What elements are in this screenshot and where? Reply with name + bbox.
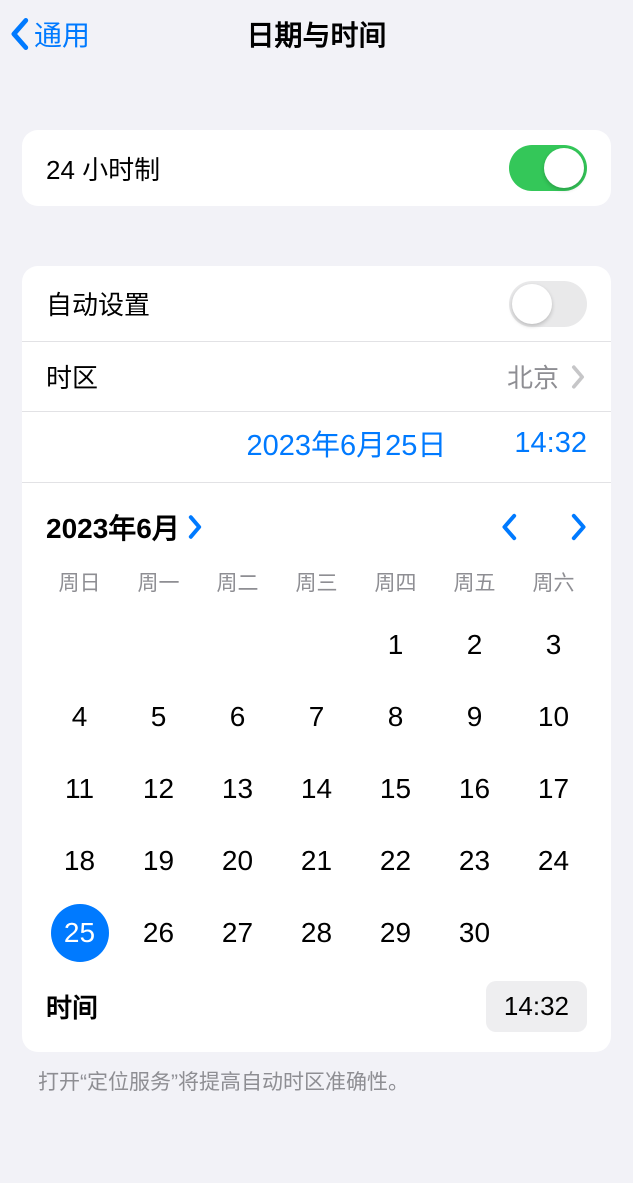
weekday-label: 周一	[119, 567, 198, 597]
calendar-day[interactable]: 29	[356, 897, 435, 969]
label-auto-set: 自动设置	[46, 285, 150, 322]
calendar-day[interactable]: 12	[119, 753, 198, 825]
calendar-empty	[40, 609, 119, 681]
back-label: 通用	[34, 14, 90, 54]
weekday-label: 周二	[198, 567, 277, 597]
weekday-label: 周日	[40, 567, 119, 597]
calendar-empty	[198, 609, 277, 681]
footer-hint: 打开“定位服务”将提高自动时区准确性。	[0, 1052, 633, 1096]
calendar-day[interactable]: 5	[119, 681, 198, 753]
calendar-day[interactable]: 19	[119, 825, 198, 897]
calendar-day[interactable]: 30	[435, 897, 514, 969]
calendar-day[interactable]: 17	[514, 753, 593, 825]
section-24h: 24 小时制	[22, 130, 611, 206]
calendar-day[interactable]: 16	[435, 753, 514, 825]
timezone-value: 北京	[507, 358, 559, 395]
calendar-day[interactable]: 27	[198, 897, 277, 969]
calendar-day[interactable]: 13	[198, 753, 277, 825]
calendar-day[interactable]: 18	[40, 825, 119, 897]
calendar-day[interactable]: 15	[356, 753, 435, 825]
next-month-button[interactable]	[569, 513, 587, 541]
chevron-left-icon	[8, 17, 30, 51]
back-button[interactable]: 通用	[0, 14, 90, 54]
calendar-day[interactable]: 25	[40, 897, 119, 969]
calendar-day[interactable]: 23	[435, 825, 514, 897]
calendar-day[interactable]: 6	[198, 681, 277, 753]
calendar-day[interactable]: 20	[198, 825, 277, 897]
calendar-day[interactable]: 9	[435, 681, 514, 753]
weekday-label: 周五	[435, 567, 514, 597]
calendar-day[interactable]: 4	[40, 681, 119, 753]
month-picker-button[interactable]: 2023年6月	[46, 507, 204, 547]
time-label: 时间	[46, 988, 98, 1025]
calendar-day[interactable]: 3	[514, 609, 593, 681]
weekday-label: 周三	[277, 567, 356, 597]
weekday-header: 周日周一周二周三周四周五周六	[22, 557, 611, 603]
chevron-right-icon	[569, 363, 587, 391]
page-title: 日期与时间	[246, 14, 386, 54]
calendar-day[interactable]: 10	[514, 681, 593, 753]
month-label: 2023年6月	[46, 507, 180, 547]
calendar-day[interactable]: 14	[277, 753, 356, 825]
toggle-auto-set[interactable]	[509, 281, 587, 327]
label-timezone: 时区	[46, 358, 98, 395]
toggle-24h[interactable]	[509, 145, 587, 191]
calendar-day[interactable]: 2	[435, 609, 514, 681]
calendar-empty	[119, 609, 198, 681]
chevron-right-icon	[186, 513, 204, 541]
calendar-day[interactable]: 7	[277, 681, 356, 753]
weekday-label: 周四	[356, 567, 435, 597]
section-datetime: 自动设置 时区 北京 2023年6月25日 14:32 2023年6月 周日周一…	[22, 266, 611, 1052]
selected-time[interactable]: 14:32	[514, 427, 587, 460]
calendar-day[interactable]: 22	[356, 825, 435, 897]
calendar-day[interactable]: 8	[356, 681, 435, 753]
label-24h: 24 小时制	[46, 150, 160, 187]
calendar-day[interactable]: 28	[277, 897, 356, 969]
calendar-day[interactable]: 26	[119, 897, 198, 969]
calendar-day[interactable]: 1	[356, 609, 435, 681]
calendar-empty	[277, 609, 356, 681]
calendar-day[interactable]: 11	[40, 753, 119, 825]
time-picker[interactable]: 14:32	[486, 981, 587, 1032]
calendar-day[interactable]: 21	[277, 825, 356, 897]
weekday-label: 周六	[514, 567, 593, 597]
timezone-row[interactable]: 时区 北京	[22, 342, 611, 412]
selected-date[interactable]: 2023年6月25日	[247, 422, 447, 464]
prev-month-button[interactable]	[501, 513, 519, 541]
calendar-day[interactable]: 24	[514, 825, 593, 897]
calendar-grid: 1234567891011121314151617181920212223242…	[22, 603, 611, 981]
